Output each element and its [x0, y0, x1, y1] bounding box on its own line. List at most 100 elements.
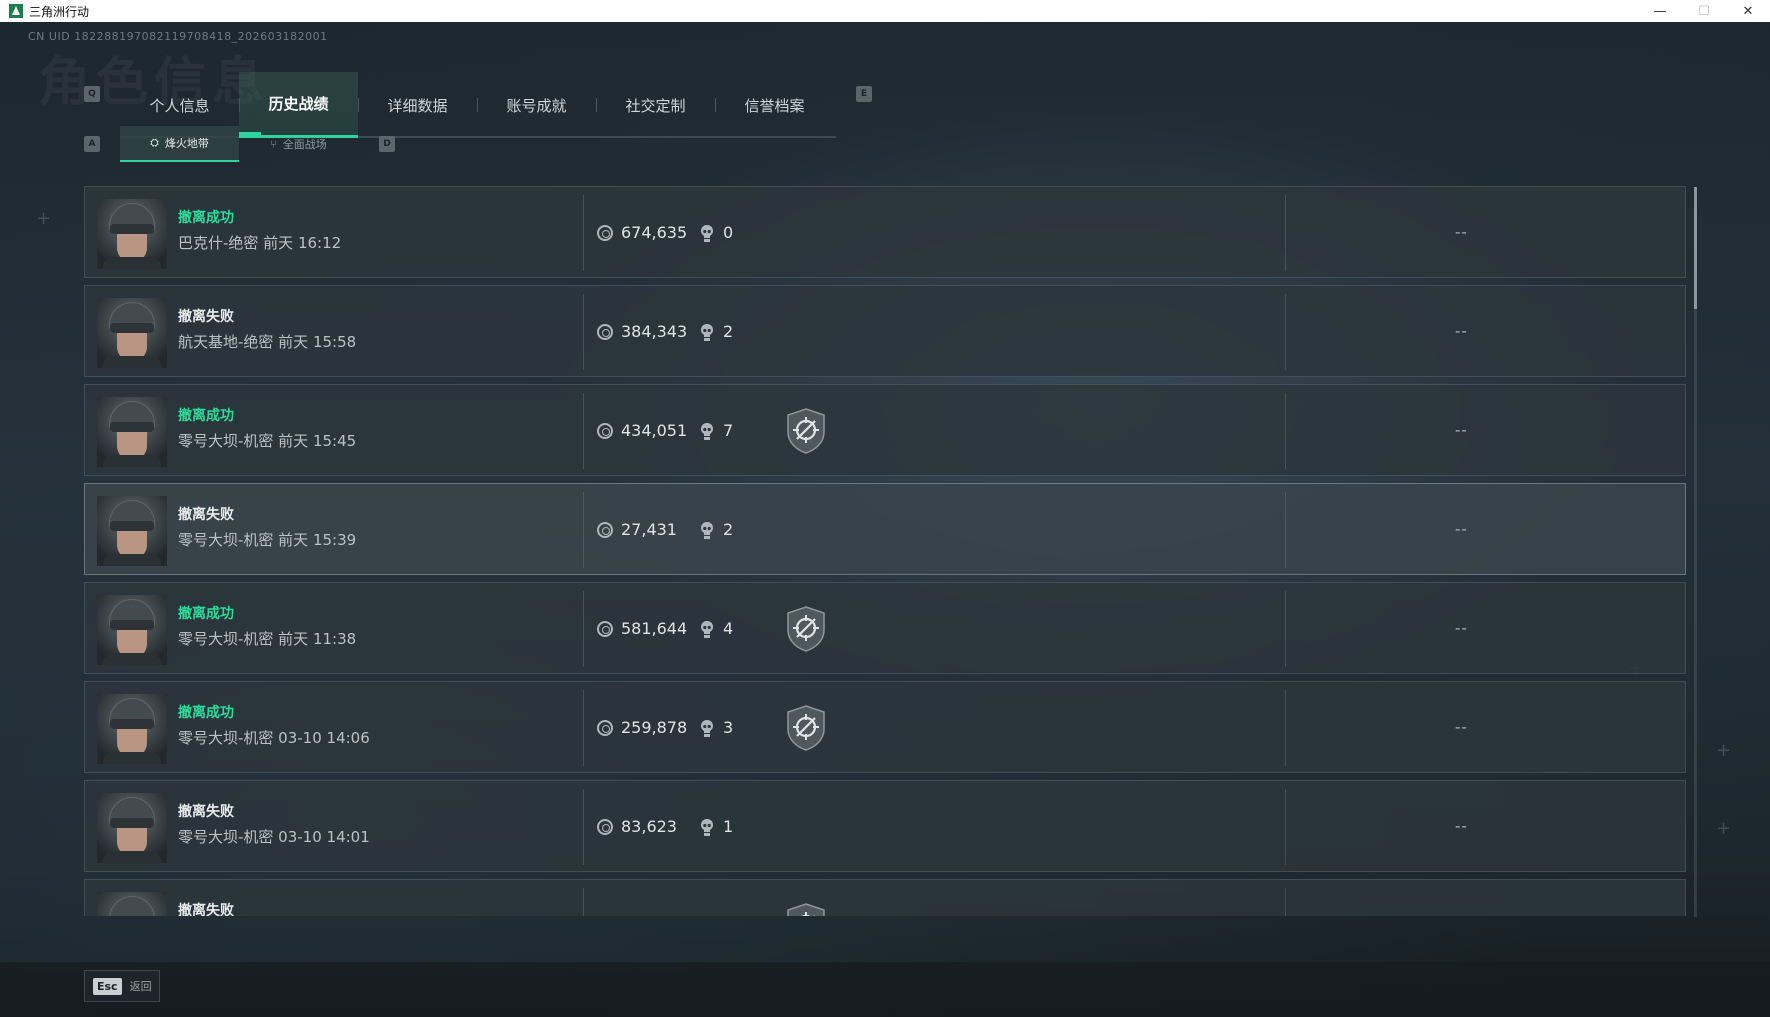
map-and-time: 零号大坝-机密 前天 15:45	[178, 432, 357, 450]
match-row[interactable]: 撤离成功 零号大坝-机密 前天 15:45 434,051 7 --	[84, 384, 1686, 476]
extra-value: --	[1455, 223, 1468, 241]
skull-kill-icon	[700, 819, 714, 836]
tab-credit-record[interactable]: 信誉档案	[715, 72, 834, 138]
avatar-body	[103, 752, 161, 764]
value-coin-icon	[597, 819, 613, 835]
decor-plus-icon: +	[36, 208, 52, 229]
window-title: 三角洲行动	[29, 4, 90, 19]
back-button[interactable]: Esc 返回	[84, 970, 160, 1002]
value-coin-icon	[597, 324, 613, 340]
footer-bar	[0, 962, 1770, 1017]
extracted-value: 259,878	[621, 718, 688, 737]
extracted-value: 27,431	[621, 520, 677, 539]
tab-social-custom[interactable]: 社交定制	[596, 72, 715, 138]
avatar-goggles	[110, 719, 154, 729]
back-label: 返回	[129, 980, 152, 993]
column-divider	[583, 591, 584, 667]
extra-value: --	[1455, 322, 1468, 340]
column-divider	[583, 195, 584, 271]
extra-value: --	[1455, 619, 1468, 637]
avatar-goggles	[110, 224, 154, 234]
avatar-goggles	[110, 422, 154, 432]
extraction-status: 撤离成功	[178, 210, 234, 226]
column-divider	[583, 690, 584, 766]
subtab-next-key[interactable]: D	[379, 136, 395, 152]
subtab-label: 全面战场	[282, 138, 327, 151]
match-row[interactable]: 撤离失败 零号大坝-机密 前天 15:39 27,431 2 --	[84, 483, 1686, 575]
match-row[interactable]: 撤离失败 航天基地-绝密 前天 15:58 384,343 2 --	[84, 285, 1686, 377]
skull-kill-icon	[700, 225, 714, 242]
kill-count: 4	[723, 619, 734, 638]
extraction-status: 撤离失败	[178, 804, 234, 820]
column-divider	[1285, 591, 1286, 667]
extracted-value: 384,343	[621, 322, 688, 341]
tab-detailed-data[interactable]: 详细数据	[358, 72, 477, 138]
avatar-body	[103, 653, 161, 665]
game-screen: 角色信息 + + + + CN UID 18228819708211970841…	[0, 22, 1770, 1017]
extraction-status: 撤离失败	[178, 903, 234, 916]
column-divider	[583, 789, 584, 865]
column-divider	[1285, 888, 1286, 916]
map-and-time: 零号大坝-机密 03-10 14:01	[178, 828, 370, 846]
match-row[interactable]: 撤离成功 零号大坝-机密 03-10 14:06 259,878 3 --	[84, 681, 1686, 773]
column-divider	[583, 492, 584, 568]
extra-value: --	[1455, 817, 1468, 835]
column-divider	[1285, 492, 1286, 568]
column-divider	[583, 294, 584, 370]
skull-kill-icon	[700, 621, 714, 638]
shield-badge-icon[interactable]	[786, 606, 826, 652]
match-row[interactable]: 撤离成功 巴克什-绝密 前天 16:12 674,635 0 --	[84, 186, 1686, 278]
map-and-time: 航天基地-绝密 前天 15:58	[178, 333, 357, 351]
match-history-list: 撤离成功 巴克什-绝密 前天 16:12 674,635 0 -- 撤离失败 航天基地-绝密…	[84, 186, 1688, 916]
column-divider	[583, 393, 584, 469]
tab-next-key[interactable]: E	[856, 86, 872, 102]
value-coin-icon	[597, 423, 613, 439]
extraction-status: 撤离成功	[178, 705, 234, 721]
extraction-status: 撤离成功	[178, 606, 234, 622]
match-row[interactable]: 撤离失败	[84, 879, 1686, 916]
shield-badge-icon[interactable]	[786, 903, 826, 916]
avatar-body	[103, 257, 161, 269]
value-coin-icon	[597, 720, 613, 736]
player-uid: CN UID 18228819708211970841​8_2026031820…	[28, 30, 328, 43]
operator-avatar	[97, 397, 167, 467]
tab-prev-key[interactable]: Q	[84, 86, 100, 102]
operator-avatar	[97, 298, 167, 368]
battlefield-icon: ⑂	[270, 137, 277, 151]
map-and-time: 零号大坝-机密 03-10 14:06	[178, 729, 370, 747]
kill-count: 2	[723, 520, 734, 539]
column-divider	[1285, 393, 1286, 469]
column-divider	[1285, 690, 1286, 766]
avatar-goggles	[110, 818, 154, 828]
extra-value: --	[1455, 421, 1468, 439]
extraction-status: 撤离失败	[178, 309, 234, 325]
delta-force-logo-icon	[9, 4, 23, 18]
minimize-button[interactable]: —	[1638, 0, 1682, 22]
decor-plus-icon: +	[1716, 740, 1732, 761]
extra-value: --	[1455, 718, 1468, 736]
shield-badge-icon[interactable]	[786, 408, 826, 454]
kill-count: 7	[723, 421, 734, 440]
skull-kill-icon	[700, 423, 714, 440]
subtab-fire-zone[interactable]: ⛭ 烽火地带	[120, 126, 239, 162]
avatar-goggles	[110, 521, 154, 531]
extracted-value: 434,051	[621, 421, 688, 440]
match-row[interactable]: 撤离成功 零号大坝-机密 前天 11:38 581,644 4 --	[84, 582, 1686, 674]
subtab-prev-key[interactable]: A	[84, 136, 100, 152]
window-titlebar: 三角洲行动 — ☐ ✕	[0, 0, 1770, 22]
shield-badge-icon[interactable]	[786, 705, 826, 751]
match-row[interactable]: 撤离失败 零号大坝-机密 03-10 14:01 83,623 1 --	[84, 780, 1686, 872]
extracted-value: 581,644	[621, 619, 688, 638]
subtab-battlefield[interactable]: ⑂ 全面战场	[239, 126, 358, 162]
column-divider	[583, 888, 584, 916]
scrollbar-thumb[interactable]	[1694, 187, 1697, 309]
operator-avatar	[97, 793, 167, 863]
fire-zone-icon: ⛭	[150, 136, 159, 149]
tab-account-achievements[interactable]: 账号成就	[477, 72, 596, 138]
maximize-button[interactable]: ☐	[1682, 0, 1726, 22]
avatar-body	[103, 455, 161, 467]
close-button[interactable]: ✕	[1726, 0, 1770, 22]
map-and-time: 巴克什-绝密 前天 16:12	[178, 234, 342, 252]
operator-avatar	[97, 496, 167, 566]
skull-kill-icon	[700, 522, 714, 539]
